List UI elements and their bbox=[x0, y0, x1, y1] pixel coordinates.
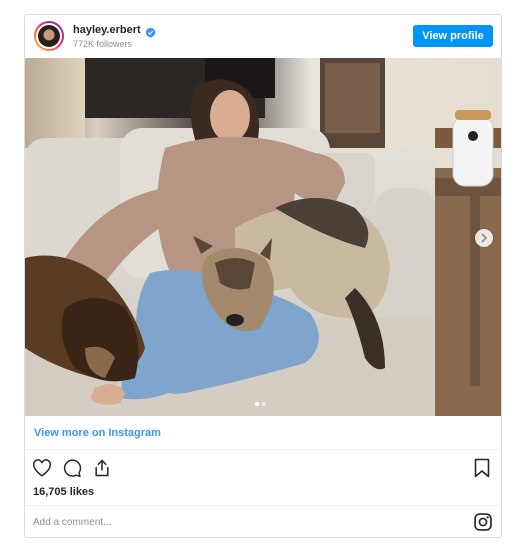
likes-count: 16,705 likes bbox=[33, 486, 95, 498]
carousel-dot bbox=[262, 402, 266, 406]
avatar[interactable] bbox=[34, 21, 64, 51]
bookmark-icon bbox=[474, 458, 490, 478]
photo-illustration bbox=[25, 58, 501, 416]
share-button[interactable] bbox=[91, 457, 113, 479]
username-row: hayley.erbert bbox=[73, 24, 156, 38]
instagram-embed-card: hayley.erbert 772K followers View profil… bbox=[24, 14, 502, 538]
followers-count: 772K followers bbox=[73, 39, 133, 49]
instagram-icon[interactable] bbox=[473, 512, 493, 532]
save-button[interactable] bbox=[471, 457, 493, 479]
like-button[interactable] bbox=[31, 457, 53, 479]
comment-icon bbox=[63, 459, 82, 478]
share-icon bbox=[95, 459, 109, 477]
comment-button[interactable] bbox=[61, 457, 83, 479]
carousel-next-button[interactable] bbox=[475, 229, 493, 247]
heart-icon bbox=[33, 459, 51, 477]
view-more-link[interactable]: View more on Instagram bbox=[34, 427, 161, 439]
post-photo[interactable] bbox=[25, 58, 501, 416]
post-header: hayley.erbert 772K followers View profil… bbox=[25, 15, 501, 58]
chevron-right-icon bbox=[481, 233, 488, 243]
divider bbox=[25, 449, 501, 450]
action-bar bbox=[31, 457, 113, 479]
view-profile-button[interactable]: View profile bbox=[413, 25, 493, 47]
divider bbox=[25, 505, 501, 506]
username-link[interactable]: hayley.erbert bbox=[73, 24, 141, 36]
comment-input[interactable] bbox=[33, 511, 453, 533]
carousel-indicator bbox=[255, 402, 266, 406]
carousel-dot bbox=[255, 402, 259, 406]
verified-badge-icon bbox=[145, 25, 156, 38]
